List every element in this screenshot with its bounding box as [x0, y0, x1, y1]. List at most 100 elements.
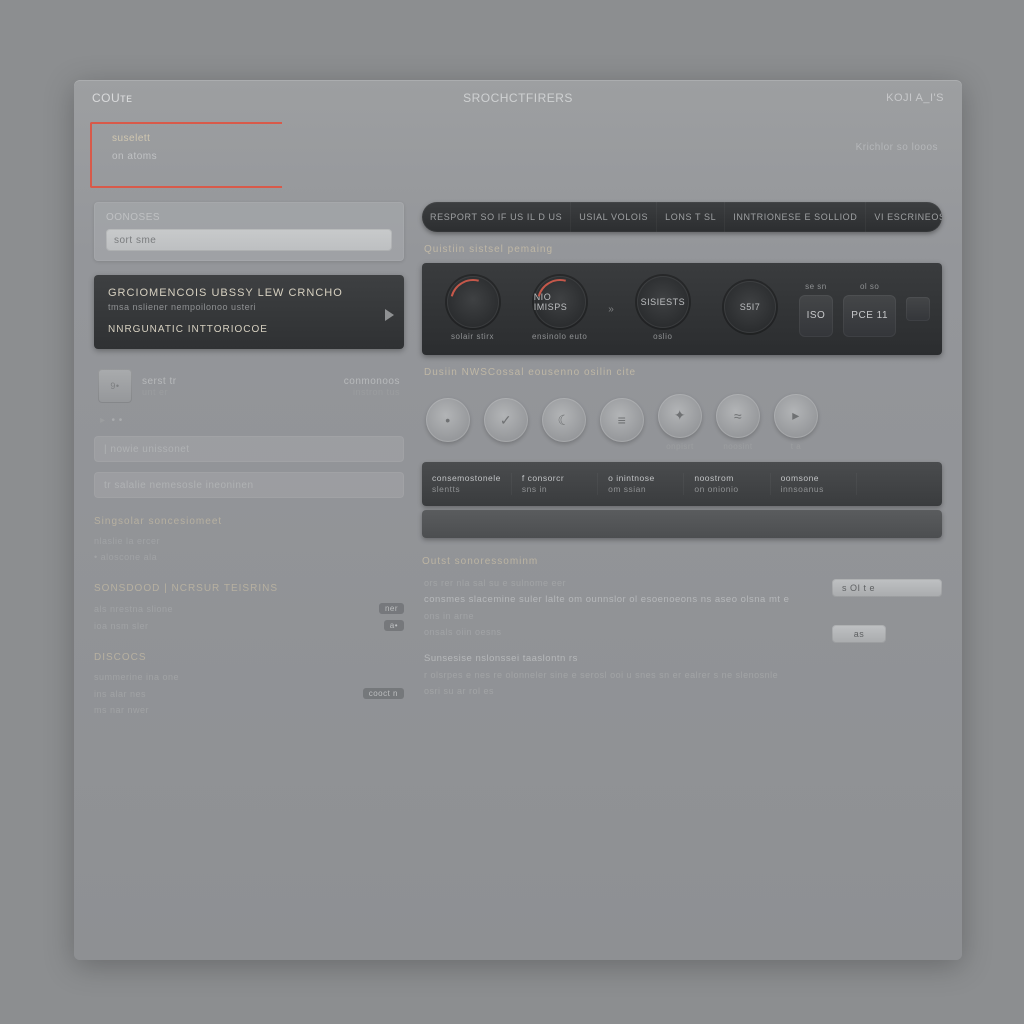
circle-item[interactable]: ✓ [484, 398, 528, 446]
section-row[interactable]: • aloscone ala [94, 549, 404, 565]
sidebar-row-2[interactable]: tr salalie nemesosle ineoninen [94, 472, 404, 498]
breadcrumb-area: suselett on atoms Krichlor so looos [92, 124, 944, 190]
row-label: ioa nsm sler [94, 621, 149, 631]
row-label: nlaslie la ercer [94, 536, 160, 546]
dials-title: Quistiin sistsel pemaing [424, 244, 940, 255]
tab-bar: RESPORT SO IF US IL D US USIAL VOLOIS LO… [422, 202, 942, 232]
circle-item[interactable]: ▸t a [774, 394, 818, 451]
th-4[interactable]: oomsoneinnsoanus [771, 473, 857, 495]
window-title: SROCHCTFIRERS [74, 91, 962, 105]
main-content: RESPORT SO IF US IL D US USIAL VOLOIS LO… [422, 202, 942, 718]
circle-icon: ≈ [716, 394, 760, 438]
circle-item[interactable]: ≡ [600, 398, 644, 446]
square-icon[interactable] [906, 297, 930, 321]
account-label[interactable]: KOJI A_I'S [886, 92, 944, 104]
dial-caption: oslio [653, 332, 672, 342]
detail-line: onsals oiin oesns [422, 624, 816, 640]
row-label: ins alar nes [94, 689, 146, 699]
dial-1[interactable]: NIO IMISPS ensinolo euto [521, 276, 598, 342]
tab-2[interactable]: LONS T SL [657, 202, 725, 232]
circle-icon: • [426, 398, 470, 442]
feature-subtitle: tmsa nsliener nempoilonoo usteri [108, 302, 390, 312]
dial-0[interactable]: solair stirx [434, 276, 511, 342]
thumb-icon: 9• [98, 369, 132, 403]
row-label: als nrestna slione [94, 604, 173, 614]
dials-strip: solair stirx NIO IMISPS ensinolo euto » … [422, 263, 942, 355]
th-3[interactable]: noostromon onionio [684, 473, 770, 495]
sidebar-row-1[interactable]: | nowie unissonet [94, 436, 404, 462]
th-0[interactable]: consemostoneleslentts [422, 473, 512, 495]
section-heading: SONSDOOD | NCRSUR TEISRINS [94, 583, 404, 594]
circle-item[interactable]: • [426, 398, 470, 446]
feature-footer: NNRGUNATIC INTTORIOCOE [108, 324, 390, 335]
detail-action-button[interactable]: s OI t e [832, 579, 942, 597]
circle-row: • ✓ ☾ ≡ ✦onpisrt ≈ noosint ▸t a [422, 386, 942, 458]
gauge-icon [447, 276, 499, 328]
app-window: COUᴛᴇ SROCHCTFIRERS KOJI A_I'S suselett … [74, 80, 962, 960]
detail-small-button[interactable]: as [832, 625, 886, 643]
pill-top: ol so [860, 282, 879, 291]
section-heading: DISCOCS [94, 652, 404, 663]
sidebar-expand-toggle[interactable]: • • [94, 415, 404, 426]
sidebar-section-0: Singsolar soncesiomeet nlaslie la ercer … [94, 516, 404, 565]
sidebar-feature-card[interactable]: GRCIOMENCOIS UBSSY LEW CRNCHO tmsa nslie… [94, 275, 404, 349]
table-header: consemostoneleslentts f consorcrsns in o… [422, 462, 942, 506]
detail-line: ons in arne [422, 608, 816, 624]
dial-sep-icon: » [608, 304, 614, 315]
circle-item[interactable]: ≈ noosint [716, 394, 760, 451]
section-row[interactable]: ioa nsm sler a• [94, 617, 404, 634]
brand-logo: COUᴛᴇ [92, 91, 133, 105]
section-row[interactable]: summerine ina one [94, 669, 404, 685]
dial-pill-0[interactable]: se sn ISO [799, 282, 834, 337]
breadcrumb-line1[interactable]: suselett [112, 130, 157, 148]
sidebar-section-2: DISCOCS summerine ina one ins alar nes c… [94, 652, 404, 718]
detail-line: consmes slacemine suler lalte om ounnslo… [422, 591, 816, 608]
dial-caption: solair stirx [451, 332, 494, 342]
th-2[interactable]: o inintnoseom ssian [598, 473, 684, 495]
tab-0[interactable]: RESPORT SO IF US IL D US [422, 202, 571, 232]
circle-item[interactable]: ☾ [542, 398, 586, 446]
table-row[interactable] [422, 510, 942, 538]
row-label: summerine ina one [94, 672, 179, 682]
sidebar-item-sub: unt er [142, 387, 177, 397]
window-header: COUᴛᴇ SROCHCTFIRERS KOJI A_I'S [74, 80, 962, 116]
play-icon[interactable] [385, 309, 394, 321]
sidebar-item-0[interactable]: 9• serst tr unt er conmonoos instron tus [94, 367, 404, 405]
circle-label: noosint [723, 442, 752, 451]
row-label: ms nar nwer [94, 705, 149, 715]
gauge-icon: NIO IMISPS [534, 276, 586, 328]
sidebar-row-1-label: | nowie unissonet [104, 444, 190, 455]
dial-caption: ensinolo euto [532, 332, 587, 342]
section-row[interactable]: als nrestna slione ner [94, 600, 404, 617]
sidebar-row-2-label: tr salalie nemesosle ineoninen [104, 480, 254, 491]
circle-label: onpisrt [666, 442, 694, 451]
sidebar: oonoses sort sme GRCIOMENCOIS UBSSY LEW … [94, 202, 404, 718]
sidebar-search-input[interactable]: sort sme [106, 229, 392, 251]
tab-4[interactable]: VI ESCRINEOS [866, 202, 942, 232]
detail-subheading: Sunsesise nslonssei taaslontn rs [422, 650, 816, 667]
sidebar-item-meta-sub: instron tus [344, 387, 400, 397]
detail-line: osri su ar rol es [422, 683, 816, 699]
section-row[interactable]: nlaslie la ercer [94, 533, 404, 549]
circle-icon: ≡ [600, 398, 644, 442]
breadcrumb-right[interactable]: Krichlor so looos [856, 142, 938, 153]
sidebar-item-label: serst tr [142, 376, 177, 387]
row-chip: a• [384, 620, 404, 631]
sidebar-search-card: oonoses sort sme [94, 202, 404, 261]
section-row[interactable]: ins alar nes cooct n [94, 685, 404, 702]
section-heading: Singsolar soncesiomeet [94, 516, 404, 527]
section-row[interactable]: ms nar nwer [94, 702, 404, 718]
tab-1[interactable]: USIAL VOLOIS [571, 202, 657, 232]
circle-icon: ☾ [542, 398, 586, 442]
dial-pill-1[interactable]: ol so PCE 11 [843, 282, 896, 337]
dial-2[interactable]: SISIESTS oslio [624, 276, 701, 342]
row-chip: ner [379, 603, 404, 614]
tab-3[interactable]: INNTRIONESE E SOLLIOD [725, 202, 866, 232]
dial-3[interactable]: S5I7 [711, 281, 788, 337]
gauge-icon: S5I7 [724, 281, 776, 333]
pill-value: ISO [799, 295, 834, 337]
th-1[interactable]: f consorcrsns in [512, 473, 598, 495]
circle-item[interactable]: ✦onpisrt [658, 394, 702, 451]
breadcrumb-line2[interactable]: on atoms [112, 148, 157, 166]
feature-title: GRCIOMENCOIS UBSSY LEW CRNCHO [108, 287, 390, 299]
